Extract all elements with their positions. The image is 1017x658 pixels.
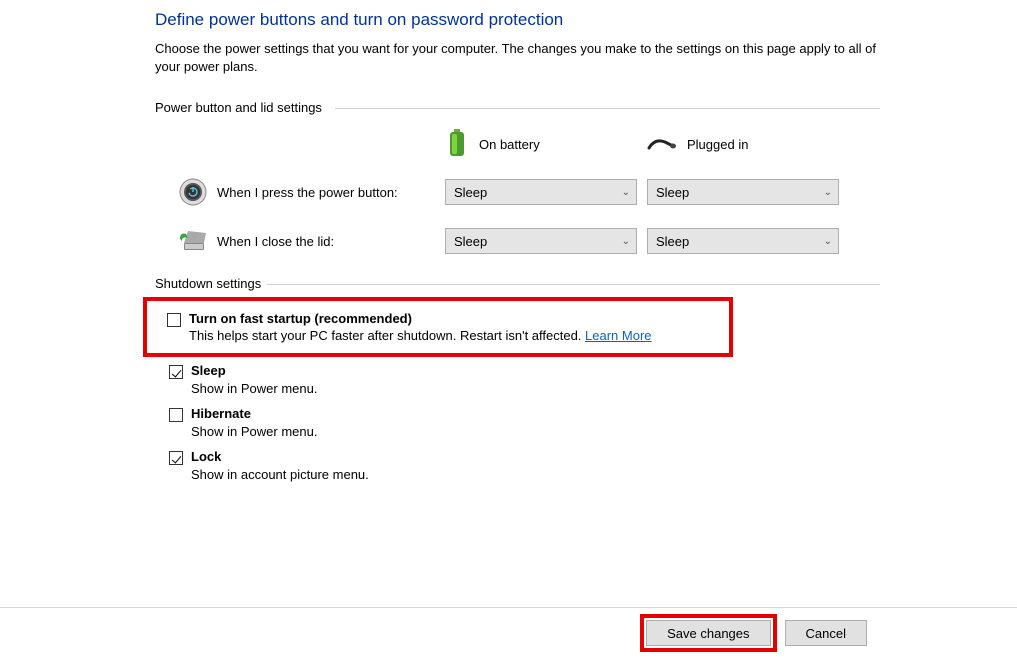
power-button-section-label: Power button and lid settings — [155, 100, 880, 115]
battery-icon — [445, 129, 469, 160]
page-description: Choose the power settings that you want … — [155, 40, 880, 76]
lock-desc: Show in account picture menu. — [155, 467, 880, 482]
power-button-row-label: When I press the power button: — [211, 185, 445, 200]
sleep-title: Sleep — [191, 363, 880, 378]
chevron-down-icon: ⌄ — [622, 187, 630, 198]
lid-icon — [175, 229, 211, 253]
plugged-in-label: Plugged in — [687, 137, 748, 152]
fast-startup-highlight: Turn on fast startup (recommended) This … — [143, 297, 733, 357]
on-battery-label: On battery — [479, 137, 540, 152]
plug-icon — [647, 134, 677, 155]
learn-more-link[interactable]: Learn More — [585, 328, 651, 343]
chevron-down-icon: ⌄ — [824, 187, 832, 198]
lid-plugged-dropdown[interactable]: Sleep ⌄ — [647, 228, 839, 254]
fast-startup-title: Turn on fast startup (recommended) — [189, 311, 717, 326]
lid-row-label: When I close the lid: — [211, 234, 445, 249]
power-button-plugged-dropdown[interactable]: Sleep ⌄ — [647, 179, 839, 205]
fast-startup-desc: This helps start your PC faster after sh… — [189, 328, 585, 343]
sleep-desc: Show in Power menu. — [155, 381, 880, 396]
shutdown-section-label: Shutdown settings — [155, 276, 880, 291]
cancel-button[interactable]: Cancel — [785, 620, 867, 646]
power-button-icon — [175, 178, 211, 206]
lid-battery-dropdown[interactable]: Sleep ⌄ — [445, 228, 637, 254]
fast-startup-checkbox[interactable] — [167, 313, 181, 327]
power-button-battery-dropdown[interactable]: Sleep ⌄ — [445, 179, 637, 205]
footer-bar: Save changes Cancel — [0, 607, 1017, 658]
lock-title: Lock — [191, 449, 880, 464]
sleep-checkbox[interactable] — [169, 365, 183, 379]
chevron-down-icon: ⌄ — [824, 236, 832, 247]
lock-checkbox[interactable] — [169, 451, 183, 465]
hibernate-desc: Show in Power menu. — [155, 424, 880, 439]
page-title: Define power buttons and turn on passwor… — [155, 10, 880, 30]
hibernate-title: Hibernate — [191, 406, 880, 421]
save-changes-button[interactable]: Save changes — [646, 620, 770, 646]
hibernate-checkbox[interactable] — [169, 408, 183, 422]
chevron-down-icon: ⌄ — [622, 236, 630, 247]
